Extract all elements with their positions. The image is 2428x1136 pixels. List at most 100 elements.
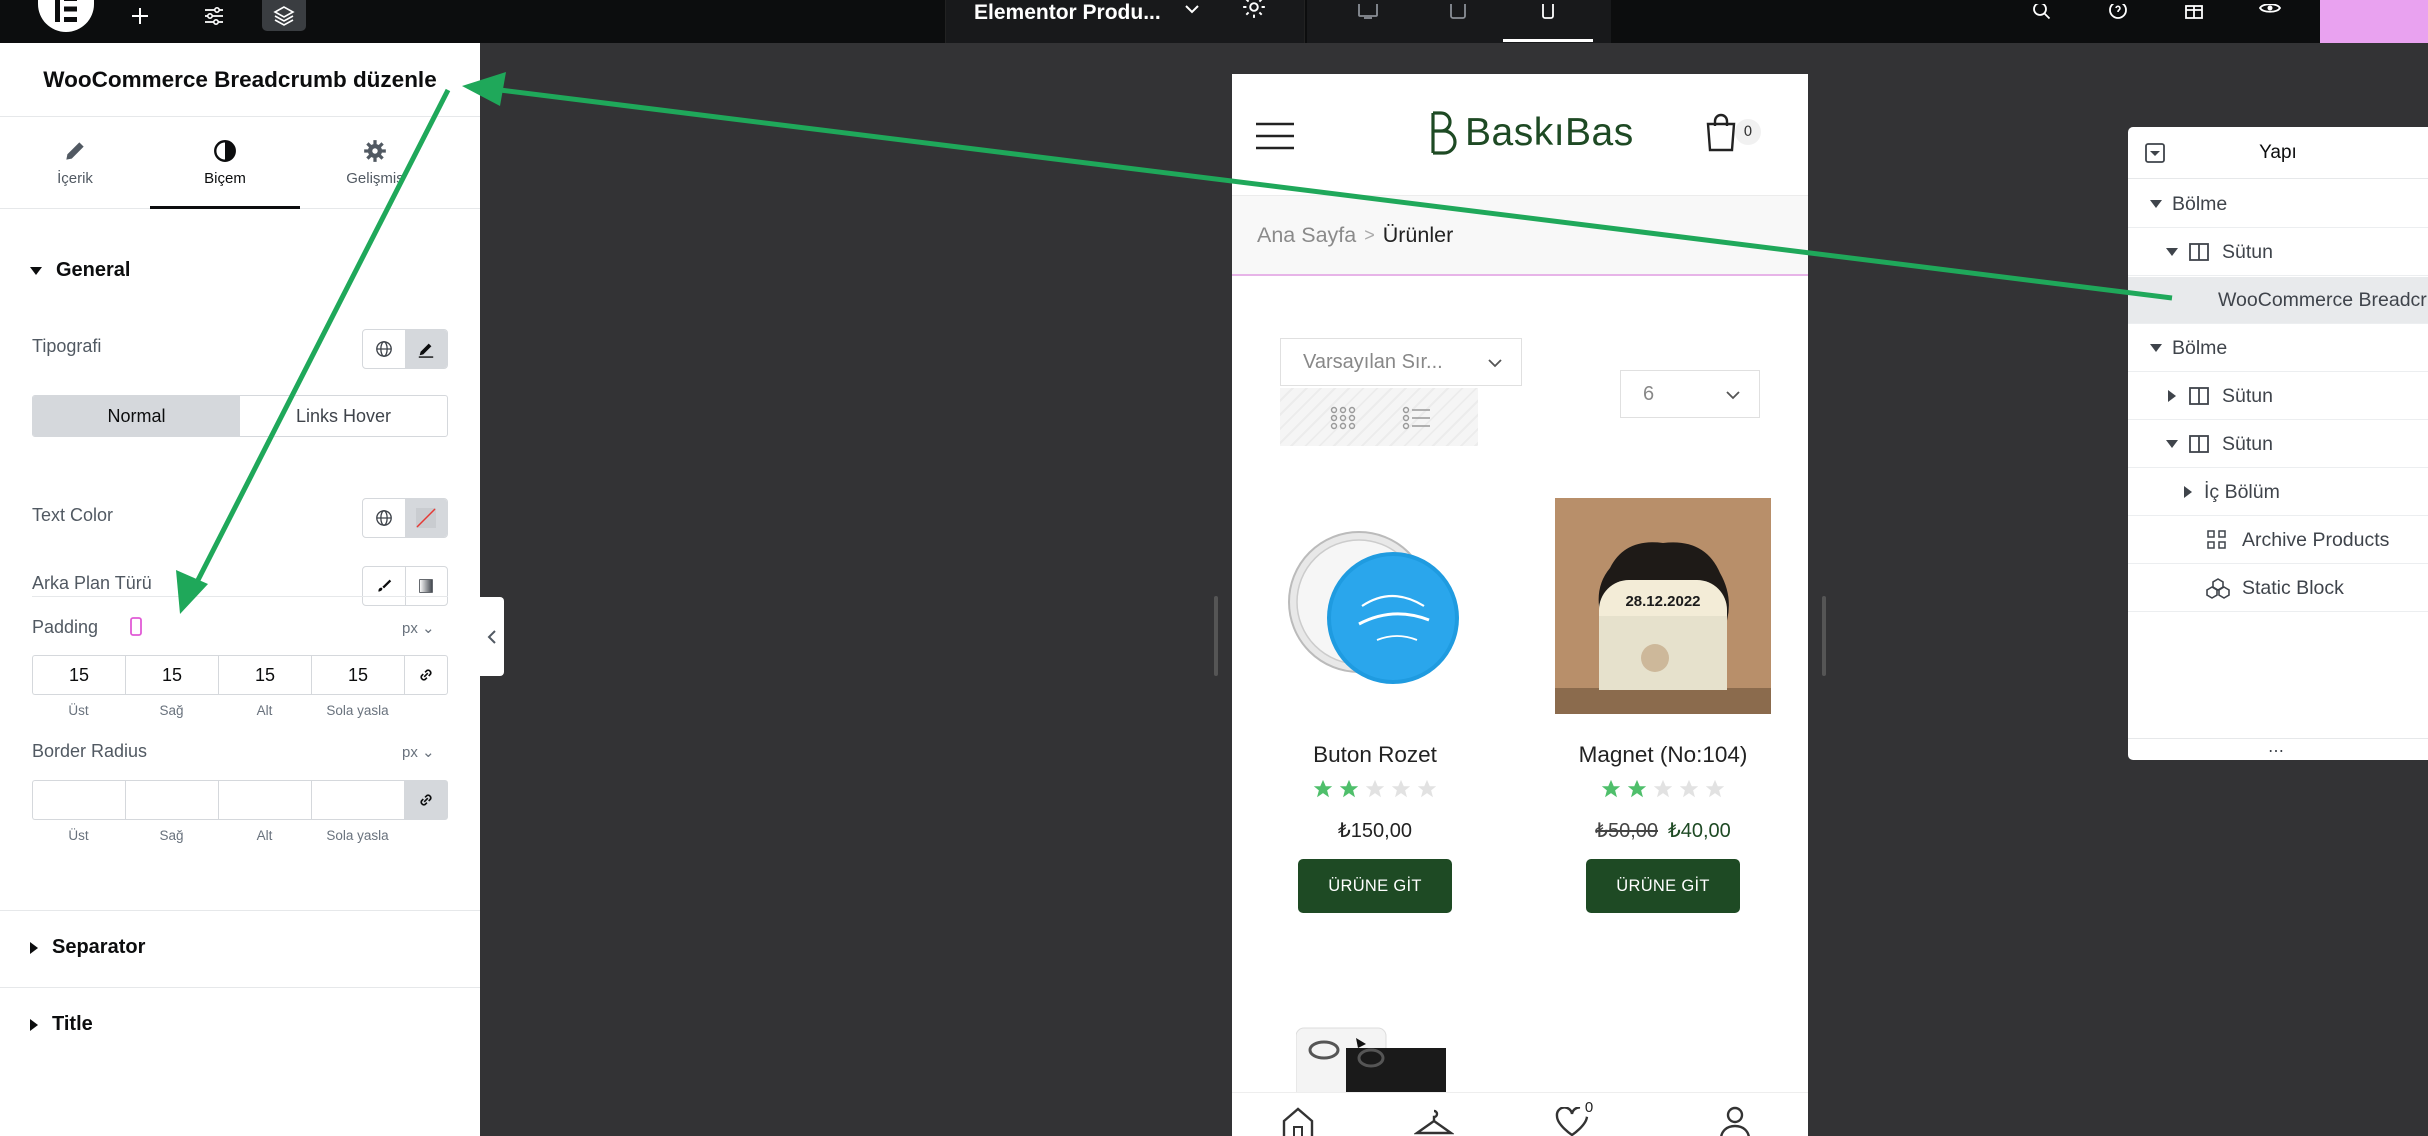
background-gradient-button[interactable] <box>404 567 448 605</box>
radius-bottom-input[interactable] <box>218 780 311 820</box>
panel-collapse-button[interactable] <box>480 597 504 676</box>
nav-item-column-2[interactable]: Sütun <box>2128 373 2428 420</box>
user-account-icon[interactable] <box>1718 1105 1752 1136</box>
nav-item-static-block[interactable]: Static Block <box>2128 565 2428 612</box>
nav-item-column-1[interactable]: Sütun <box>2128 229 2428 276</box>
navigator-resize-handle[interactable]: … <box>2268 737 2284 756</box>
state-normal-tab[interactable]: Normal <box>33 396 240 436</box>
nav-item-inner-section[interactable]: İç Bölüm <box>2128 469 2428 516</box>
resize-handle-left[interactable] <box>1214 596 1218 676</box>
caret-down-icon[interactable] <box>2162 439 2182 449</box>
gear-icon[interactable] <box>1241 0 1267 20</box>
breadcrumb-current: Ürünler <box>1382 222 1454 247</box>
tab-advanced[interactable]: Gelişmiş <box>300 117 450 208</box>
whats-new-button[interactable] <box>2172 0 2216 31</box>
products-icon <box>2207 530 2226 549</box>
mobile-device-icon[interactable] <box>126 616 146 638</box>
product-image-partial[interactable] <box>1296 1018 1446 1098</box>
help-button[interactable] <box>2096 0 2140 31</box>
breadcrumb-home-link[interactable]: Ana Sayfa <box>1257 223 1356 248</box>
dim-label-left: Sola yasla <box>326 828 389 843</box>
list-view-icon[interactable] <box>1402 406 1430 430</box>
product-image-button-badge[interactable] <box>1267 498 1483 714</box>
radius-link-button[interactable] <box>404 780 448 820</box>
caret-right-icon[interactable] <box>2162 389 2182 403</box>
dim-label-right: Sağ <box>159 828 184 843</box>
column-icon <box>2189 435 2209 453</box>
padding-unit-select[interactable]: px ⌄ <box>402 619 435 637</box>
globe-icon <box>375 510 392 526</box>
tab-content[interactable]: İçerik <box>0 117 150 208</box>
desktop-view-button[interactable] <box>1346 0 1390 31</box>
structure-button[interactable] <box>262 0 306 31</box>
resize-handle-right[interactable] <box>1822 596 1826 676</box>
go-to-product-button[interactable]: ÜRÜNE GİT <box>1298 859 1452 913</box>
site-settings-button[interactable] <box>192 0 236 31</box>
logo-mark-icon <box>1431 111 1457 155</box>
plus-icon <box>132 7 148 24</box>
product-card[interactable]: 28.12.2022 Magnet (No:104) ₺50,00 ₺40,00 … <box>1548 498 1778 913</box>
nav-item-woocommerce-breadcrumb[interactable]: WooCommerce Breadcrumb <box>2128 277 2428 324</box>
color-swatch-button[interactable] <box>404 499 447 537</box>
nav-item-archive-products[interactable]: Archive Products <box>2128 517 2428 564</box>
add-element-button[interactable] <box>118 0 162 31</box>
nav-item-section-1[interactable]: Bölme <box>2128 181 2428 228</box>
logo-text: BaskıBas <box>1465 111 1634 154</box>
typography-label: Tipografi <box>32 336 102 356</box>
padding-top-input[interactable]: 15 <box>32 655 125 695</box>
editor-panel: WooCommerce Breadcrumb düzenle İçerik Bi… <box>0 43 480 1136</box>
site-logo[interactable]: BaskıBas <box>1427 110 1634 156</box>
padding-left-input[interactable]: 15 <box>311 655 404 695</box>
caret-down-icon[interactable] <box>2162 247 2182 257</box>
product-image-magnet[interactable]: 28.12.2022 <box>1555 498 1771 714</box>
mobile-icon <box>1542 3 1554 19</box>
nav-item-label: Archive Products <box>2242 528 2390 551</box>
state-links-hover-tab[interactable]: Links Hover <box>240 396 447 436</box>
sort-select[interactable]: Varsayılan Sır... <box>1280 338 1522 386</box>
hamburger-menu-icon[interactable] <box>1256 122 1294 150</box>
home-icon[interactable] <box>1280 1105 1316 1136</box>
radius-left-input[interactable] <box>311 780 404 820</box>
global-typography-button[interactable] <box>363 330 405 368</box>
publish-button[interactable] <box>2320 0 2428 43</box>
edit-typography-button[interactable] <box>404 330 447 368</box>
border-radius-unit-select[interactable]: px ⌄ <box>402 743 435 761</box>
caret-down-icon[interactable] <box>2146 199 2166 209</box>
padding-right-input[interactable]: 15 <box>125 655 218 695</box>
tab-style[interactable]: Biçem <box>150 117 300 209</box>
padding-bottom-input[interactable]: 15 <box>218 655 311 695</box>
background-classic-button[interactable] <box>363 567 405 605</box>
global-color-button[interactable] <box>363 499 405 537</box>
product-card[interactable]: Buton Rozet ₺150,00 ÜRÜNE GİT <box>1260 498 1490 913</box>
section-separator-toggle[interactable]: Separator <box>30 936 145 959</box>
grid-view-icon[interactable] <box>1330 406 1356 430</box>
tablet-view-button[interactable] <box>1436 0 1480 31</box>
section-general-toggle[interactable]: General <box>30 259 130 282</box>
per-page-select[interactable]: 6 <box>1620 370 1760 418</box>
star-empty-icon <box>1391 779 1411 798</box>
padding-link-button[interactable] <box>404 655 448 695</box>
caret-right-icon[interactable] <box>2178 485 2198 499</box>
text-color-label: Text Color <box>32 505 114 525</box>
radius-right-input[interactable] <box>125 780 218 820</box>
nav-item-label: Sütun <box>2222 384 2273 407</box>
star-empty-icon <box>1653 779 1673 798</box>
nav-item-label: Sütun <box>2222 240 2273 263</box>
preview-button[interactable] <box>2248 0 2292 31</box>
shopping-bag-icon[interactable] <box>1704 112 1738 152</box>
nav-item-section-2[interactable]: Bölme <box>2128 325 2428 372</box>
product-title[interactable]: Buton Rozet <box>1260 742 1490 768</box>
collapse-all-icon[interactable] <box>2144 142 2166 164</box>
section-title-toggle[interactable]: Title <box>30 1013 93 1036</box>
nav-item-column-3[interactable]: Sütun <box>2128 421 2428 468</box>
mobile-view-button[interactable] <box>1526 0 1570 31</box>
go-to-product-button[interactable]: ÜRÜNE GİT <box>1586 859 1740 913</box>
radius-top-input[interactable] <box>32 780 125 820</box>
finder-button[interactable] <box>2020 0 2064 31</box>
hanger-icon[interactable] <box>1414 1107 1454 1136</box>
caret-down-icon[interactable] <box>2146 343 2166 353</box>
document-title-dropdown[interactable]: Elementor Produ... <box>945 0 1305 43</box>
elementor-logo-icon[interactable] <box>38 0 94 32</box>
text-color-controls <box>362 498 448 538</box>
product-title[interactable]: Magnet (No:104) <box>1548 742 1778 768</box>
